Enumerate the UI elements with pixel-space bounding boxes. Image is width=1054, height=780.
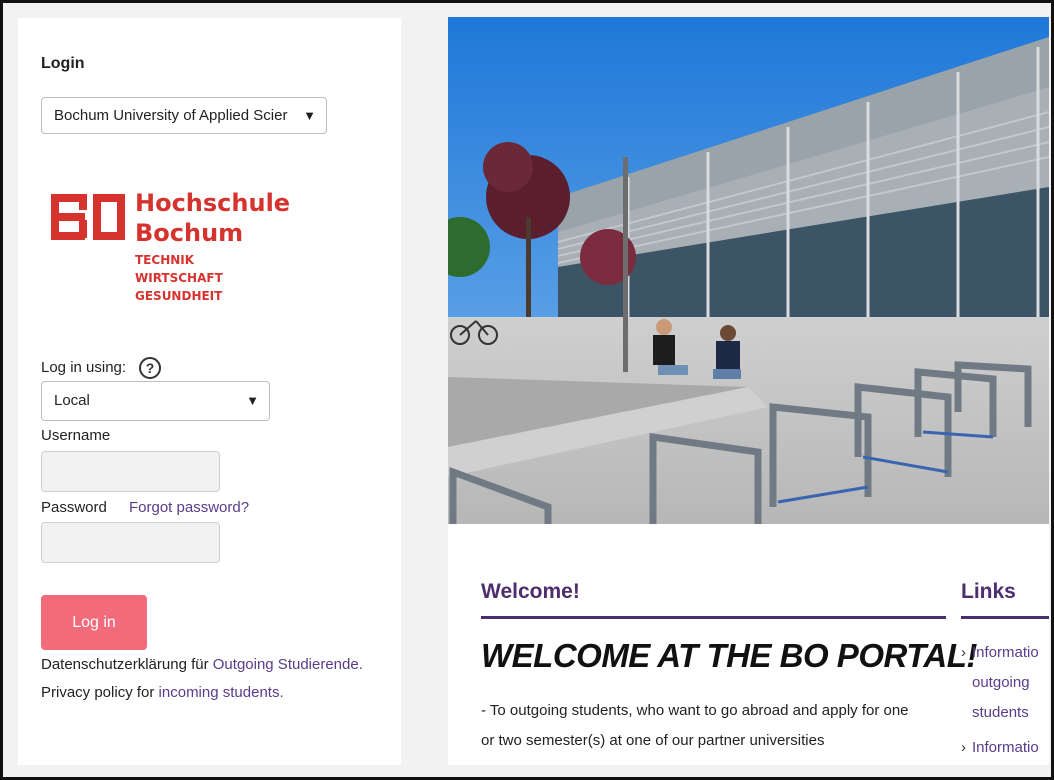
institution-select[interactable]: Bochum University of Applied Scier ▼ [41,97,327,134]
privacy-line-outgoing: Datenschutzerklärung für Outgoing Studie… [41,656,363,673]
portal-title: WELCOME AT THE BO PORTAL! [481,637,977,674]
links-heading: Links [961,580,1016,603]
link-text-line: Informatio [972,739,1039,756]
university-logo: Hochschule Bochum TECHNIK WIRTSCHAFT GES… [51,164,301,324]
intro-line-2: or two semester(s) at one of our partner… [481,732,825,749]
chevron-right-icon: › [961,739,966,756]
privacy-outgoing-prefix: Datenschutzerklärung für [41,656,209,673]
link-outgoing-students[interactable]: › Informatio outgoing students [961,638,1049,728]
links-divider [961,616,1049,619]
intro-line-1: - To outgoing students, who want to go a… [481,702,909,719]
logo-text-line4: WIRTSCHAFT [135,271,224,285]
chevron-right-icon: › [961,644,966,661]
logo-text-line2: Bochum [135,219,243,247]
campus-hero-image [448,17,1049,524]
privacy-incoming-prefix: Privacy policy for [41,684,155,701]
chevron-down-icon: ▼ [246,393,259,408]
intro-text: - To outgoing students, who want to go a… [481,696,946,756]
link-text-line: students [972,704,1029,721]
help-icon[interactable]: ? [139,357,161,379]
privacy-outgoing-link[interactable]: Outgoing Studierende. [213,656,363,673]
auth-method-value: Local [54,392,90,409]
privacy-incoming-link[interactable]: incoming students. [159,684,284,701]
link-text-line: outgoing [972,674,1030,691]
link-text-line: Informatio [972,644,1039,661]
username-input[interactable] [41,451,220,492]
logo-text-line5: GESUNDHEIT [135,289,223,303]
privacy-line-incoming: Privacy policy for incoming students. [41,684,284,701]
link-information[interactable]: › Informatio [961,733,1049,763]
log-in-button[interactable]: Log in [41,595,147,650]
welcome-divider [481,616,946,619]
login-panel: Login Bochum University of Applied Scier… [18,18,401,765]
logo-text-line1: Hochschule [135,189,290,217]
welcome-heading: Welcome! [481,580,580,603]
main-content: Welcome! WELCOME AT THE BO PORTAL! - To … [448,524,1049,765]
auth-method-select[interactable]: Local ▼ [41,381,270,421]
forgot-password-link[interactable]: Forgot password? [129,499,249,516]
logo-text-line3: TECHNIK [135,253,195,267]
chevron-down-icon: ▼ [303,108,316,123]
institution-select-value: Bochum University of Applied Scier [54,107,288,124]
username-label: Username [41,427,111,444]
browser-frame: Login Bochum University of Applied Scier… [0,0,1054,780]
login-title: Login [41,55,85,72]
password-input[interactable] [41,522,220,563]
password-label: Password [41,499,107,516]
log-in-using-label: Log in using: [41,359,127,376]
